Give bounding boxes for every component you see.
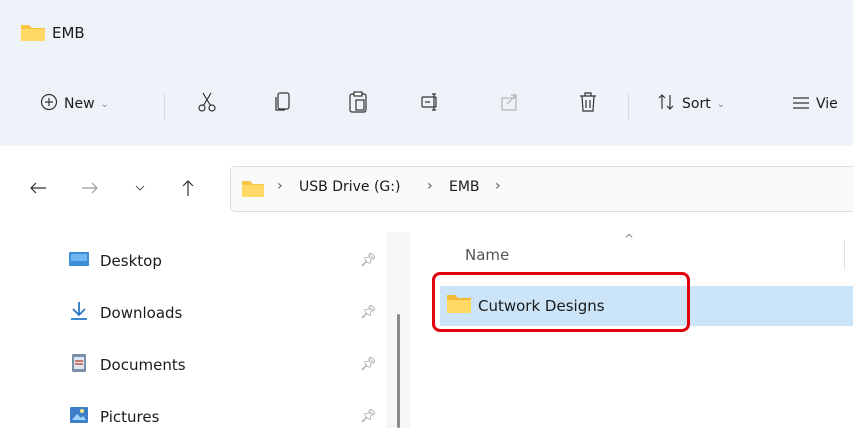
- annotation-highlight-box: [432, 272, 690, 332]
- share-button[interactable]: [500, 84, 520, 124]
- breadcrumb-separator: ›: [277, 178, 283, 194]
- documents-icon: [68, 353, 90, 377]
- rename-icon: [420, 91, 442, 117]
- sidebar-item-label: Pictures: [100, 408, 160, 426]
- breadcrumb-separator: ›: [495, 178, 501, 194]
- chevron-down-icon: ⌄: [716, 98, 726, 110]
- sort-ascending-caret-icon: ^: [624, 232, 635, 246]
- toolbar-divider: [164, 94, 165, 120]
- address-bar[interactable]: › USB Drive (G:) › EMB ›: [230, 166, 853, 212]
- column-divider[interactable]: [844, 240, 845, 270]
- cut-button[interactable]: [196, 84, 218, 124]
- delete-button[interactable]: [578, 84, 598, 124]
- pictures-icon: [68, 405, 90, 429]
- paste-button[interactable]: [348, 84, 368, 124]
- recent-locations-chevron-icon[interactable]: [128, 176, 152, 200]
- folder-icon: [241, 178, 265, 202]
- scissors-icon: [196, 91, 218, 117]
- new-label: New: [64, 96, 95, 112]
- trash-icon: [578, 91, 598, 117]
- breadcrumb-emb[interactable]: EMB: [449, 179, 480, 195]
- window-title: EMB: [52, 24, 85, 42]
- chevron-down-icon: ⌄: [100, 98, 109, 110]
- title-bar: EMB: [0, 0, 853, 64]
- pin-icon[interactable]: 📌︎: [360, 357, 377, 372]
- toolbar-divider: [628, 94, 629, 120]
- sidebar-scrollbar-thumb[interactable]: [397, 314, 400, 428]
- sidebar-item-label: Documents: [100, 356, 186, 374]
- new-button[interactable]: New ⌄: [40, 84, 109, 124]
- plus-circle-icon: [40, 93, 58, 115]
- pin-icon[interactable]: 📌︎: [360, 253, 377, 268]
- share-icon: [500, 92, 520, 116]
- desktop-icon: [68, 250, 90, 272]
- sort-button[interactable]: Sort ⌄: [656, 84, 725, 124]
- clipboard-icon: [348, 91, 368, 117]
- pin-icon[interactable]: 📌︎: [360, 305, 377, 320]
- lines-icon: [792, 95, 810, 114]
- file-list: ^ Name Cutwork Designs: [410, 232, 853, 428]
- sort-label: Sort: [682, 96, 711, 112]
- navigation-bar: › USB Drive (G:) › EMB ›: [0, 146, 853, 232]
- folder-icon: [20, 22, 46, 46]
- sidebar-item-documents[interactable]: Documents: [68, 352, 186, 378]
- sidebar-item-pictures[interactable]: Pictures: [68, 404, 159, 430]
- copy-icon: [274, 91, 292, 117]
- rename-button[interactable]: [420, 84, 442, 124]
- navigation-pane: Desktop 📌︎ Downloads 📌︎ Documents 📌︎ Pic…: [0, 232, 410, 428]
- breadcrumb-usb-drive[interactable]: USB Drive (G:): [299, 179, 400, 195]
- sidebar-item-label: Desktop: [100, 252, 162, 270]
- view-label: Vie: [816, 96, 838, 112]
- download-icon: [68, 301, 90, 325]
- sort-arrows-icon: [656, 92, 676, 116]
- command-bar: New ⌄ Sort ⌄ Vie: [0, 64, 853, 147]
- back-arrow-icon[interactable]: [26, 176, 50, 200]
- sidebar-item-downloads[interactable]: Downloads: [68, 300, 182, 326]
- sidebar-item-desktop[interactable]: Desktop: [68, 248, 162, 274]
- breadcrumb-separator: ›: [427, 178, 433, 194]
- column-header-name[interactable]: Name: [465, 246, 509, 264]
- up-arrow-icon[interactable]: [176, 176, 200, 200]
- forward-arrow-icon[interactable]: [78, 176, 102, 200]
- view-button[interactable]: Vie: [792, 84, 838, 124]
- copy-button[interactable]: [274, 84, 292, 124]
- sidebar-item-label: Downloads: [100, 304, 183, 322]
- pin-icon[interactable]: 📌︎: [360, 409, 377, 424]
